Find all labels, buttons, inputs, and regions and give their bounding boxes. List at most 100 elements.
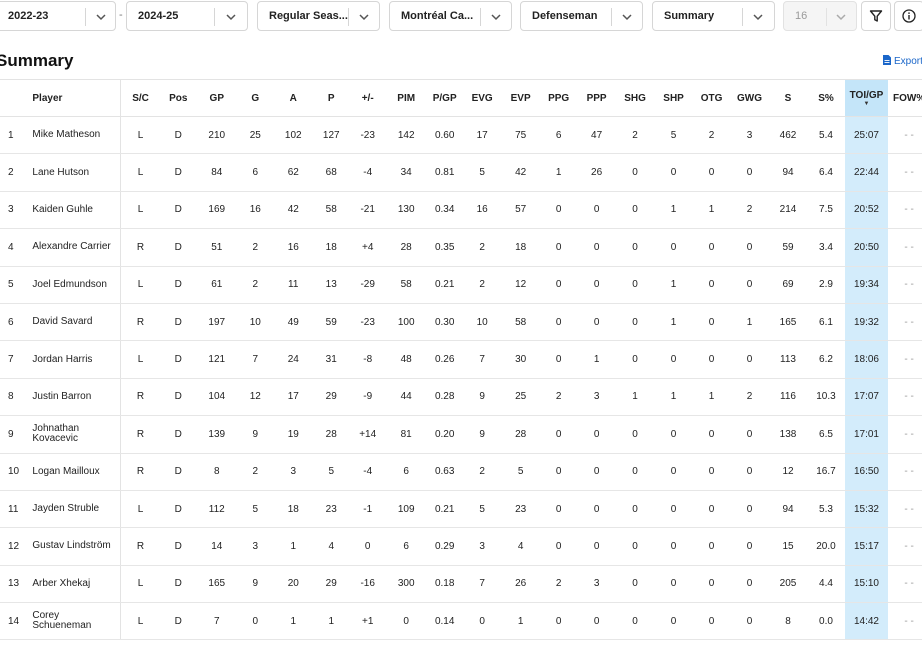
cell-evp: 5	[501, 453, 540, 491]
game-type-select[interactable]: Regular Seas...	[257, 1, 380, 31]
column-header-pos[interactable]: Pos	[160, 79, 197, 117]
cell-ppp: 1	[577, 340, 616, 379]
cell-player[interactable]: David Savard	[30, 303, 122, 342]
cell-g: 5	[237, 490, 274, 529]
cell-sc: L	[120, 565, 161, 604]
cell-player[interactable]: Gustav Lindström	[30, 527, 122, 566]
report-select[interactable]: Summary	[652, 1, 775, 31]
cell-pos: D	[160, 378, 197, 417]
column-header-evg[interactable]: EVG	[462, 79, 502, 117]
cell-p: 4	[313, 527, 350, 566]
cell-evp: 42	[501, 153, 540, 192]
cell-plus-minus: -16	[349, 565, 386, 604]
column-header-otg[interactable]: OTG	[692, 79, 731, 117]
export-link[interactable]: Export	[883, 55, 922, 67]
cell-evp: 1	[501, 602, 540, 641]
cell-player[interactable]: Kaiden Guhle	[30, 191, 122, 230]
column-header-pim[interactable]: PIM	[385, 79, 427, 117]
cell-player[interactable]: Arber Xhekaj	[30, 565, 122, 604]
cell-pim: 142	[385, 116, 427, 155]
column-header-evp[interactable]: EVP	[501, 79, 540, 117]
cell-fow-pct: - -	[888, 116, 922, 155]
cell-player[interactable]: Logan Mailloux	[30, 453, 122, 491]
cell-a: 102	[273, 116, 313, 155]
season-to-select[interactable]: 2024-25	[126, 1, 248, 31]
column-header-shg[interactable]: SHG	[615, 79, 655, 117]
cell-gwg: 1	[730, 303, 769, 342]
cell-otg: 2	[692, 116, 731, 155]
cell-player[interactable]: Jordan Harris	[30, 340, 122, 379]
column-header-gp[interactable]: GP	[196, 79, 238, 117]
cell-g: 3	[237, 527, 274, 566]
cell-s: 12	[768, 453, 808, 491]
cell-evp: 26	[501, 565, 540, 604]
cell-a: 1	[273, 527, 313, 566]
cell-ppg: 0	[539, 453, 578, 491]
info-button[interactable]	[894, 1, 922, 31]
cell-s: 138	[768, 415, 808, 454]
chevron-down-icon	[359, 14, 369, 21]
cell-shp: 0	[654, 602, 693, 641]
column-header-p-gp[interactable]: P/GP	[426, 79, 463, 117]
column-header-p[interactable]: P	[313, 79, 350, 117]
column-header-player[interactable]: Player	[30, 79, 122, 117]
select-divider	[214, 8, 215, 26]
cell-ppp: 0	[577, 228, 616, 267]
cell-player[interactable]: Mike Matheson	[30, 116, 122, 155]
cell-shp: 0	[654, 153, 693, 192]
column-header-plus-minus[interactable]: +/-	[349, 79, 386, 117]
cell-player[interactable]: Corey Schueneman	[30, 602, 122, 641]
cell-s-pct: 10.3	[807, 378, 845, 417]
column-header-a[interactable]: A	[273, 79, 313, 117]
cell-plus-minus: 0	[349, 527, 386, 566]
cell-evg: 17	[462, 116, 502, 155]
column-header-toi-gp[interactable]: TOI/GP ▼	[844, 79, 889, 117]
cell-sc: R	[120, 303, 161, 342]
cell-player[interactable]: Jayden Struble	[30, 490, 122, 529]
team-value: Montréal Ca...	[401, 10, 474, 22]
cell-s: 94	[768, 153, 808, 192]
cell-a: 49	[273, 303, 313, 342]
chevron-down-icon	[226, 14, 236, 21]
cell-gwg: 0	[730, 415, 769, 454]
cell-player[interactable]: Joel Edmundson	[30, 266, 122, 304]
season-from-select[interactable]: 2022-23	[0, 1, 116, 31]
export-label: Export	[894, 56, 922, 67]
table-row: 3 Kaiden Guhle L D 169 16 42 58 -21 130 0.34 16 57 0 0…	[0, 191, 922, 230]
cell-otg: 0	[692, 340, 731, 379]
cell-evp: 12	[501, 266, 540, 304]
cell-player[interactable]: Justin Barron	[30, 378, 122, 417]
cell-sc: R	[120, 415, 161, 454]
cell-pos: D	[160, 266, 197, 304]
position-select[interactable]: Defenseman	[520, 1, 643, 31]
cell-p: 28	[313, 415, 350, 454]
column-header-s-pct[interactable]: S%	[807, 79, 845, 117]
column-header-ppp[interactable]: PPP	[577, 79, 616, 117]
table-header-row: Player S/C Pos GP G A P +/- PIM P/GP EVG…	[0, 79, 922, 117]
cell-toi-gp: 17:07	[844, 378, 889, 417]
cell-player[interactable]: Lane Hutson	[30, 153, 122, 192]
team-select[interactable]: Montréal Ca...	[389, 1, 512, 31]
column-header-s[interactable]: S	[768, 79, 808, 117]
select-divider	[742, 8, 743, 26]
cell-gwg: 0	[730, 565, 769, 604]
cell-pim: 48	[385, 340, 427, 379]
column-header-fow-pct[interactable]: FOW%	[888, 79, 922, 117]
cell-fow-pct: - -	[888, 340, 922, 379]
cell-shp: 0	[654, 340, 693, 379]
column-header-gwg[interactable]: GWG	[730, 79, 769, 117]
cell-s-pct: 6.1	[807, 303, 845, 342]
page-size-select[interactable]: 16	[783, 1, 857, 31]
cell-player[interactable]: Johnathan Kovacevic	[30, 415, 122, 454]
column-header-shp[interactable]: SHP	[654, 79, 693, 117]
column-header-g[interactable]: G	[237, 79, 274, 117]
column-header-ppg[interactable]: PPG	[539, 79, 578, 117]
game-type-value: Regular Seas...	[269, 10, 348, 22]
cell-plus-minus: +4	[349, 228, 386, 267]
cell-sc: L	[120, 153, 161, 192]
chevron-down-icon	[836, 14, 846, 21]
column-header-sc[interactable]: S/C	[120, 79, 161, 117]
filter-button[interactable]	[861, 1, 891, 31]
cell-shp: 0	[654, 490, 693, 529]
cell-player[interactable]: Alexandre Carrier	[30, 228, 122, 267]
